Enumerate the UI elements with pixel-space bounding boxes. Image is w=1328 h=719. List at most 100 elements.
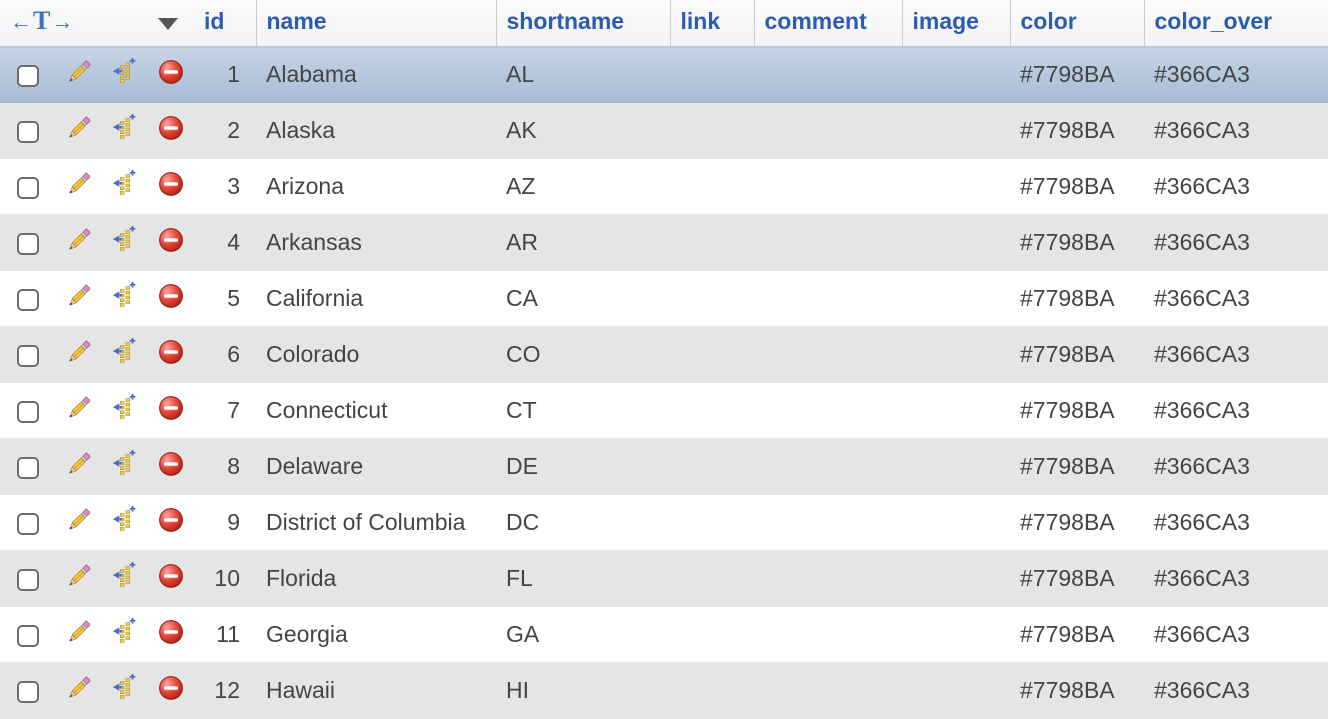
cell-color[interactable]: #7798BA xyxy=(1010,103,1144,159)
cell-link[interactable] xyxy=(670,383,754,439)
column-header-id[interactable]: id xyxy=(194,0,256,47)
cell-color[interactable]: #7798BA xyxy=(1010,663,1144,719)
cell-link[interactable] xyxy=(670,607,754,663)
cell-colorover[interactable]: #366CA3 xyxy=(1144,271,1328,327)
copy-icon[interactable] xyxy=(110,505,140,541)
delete-icon[interactable] xyxy=(157,562,185,596)
row-checkbox[interactable] xyxy=(17,681,39,703)
cell-color[interactable]: #7798BA xyxy=(1010,495,1144,551)
cell-colorover[interactable]: #366CA3 xyxy=(1144,327,1328,383)
delete-icon[interactable] xyxy=(157,170,185,204)
cell-id[interactable]: 11 xyxy=(194,607,256,663)
cell-name[interactable]: Colorado xyxy=(256,327,496,383)
cell-comment[interactable] xyxy=(754,159,902,215)
cell-link[interactable] xyxy=(670,271,754,327)
copy-icon[interactable] xyxy=(110,561,140,597)
copy-icon[interactable] xyxy=(110,169,140,205)
copy-icon[interactable] xyxy=(110,281,140,317)
cell-color[interactable]: #7798BA xyxy=(1010,551,1144,607)
cell-colorover[interactable]: #366CA3 xyxy=(1144,159,1328,215)
row-checkbox[interactable] xyxy=(17,401,39,423)
cell-shortname[interactable]: AK xyxy=(496,103,670,159)
copy-icon[interactable] xyxy=(110,393,140,429)
column-header-comment[interactable]: comment xyxy=(754,0,902,47)
text-tool-header[interactable]: ←T→ xyxy=(0,0,148,47)
column-header-shortname[interactable]: shortname xyxy=(496,0,670,47)
cell-image[interactable] xyxy=(902,159,1010,215)
cell-shortname[interactable]: FL xyxy=(496,551,670,607)
cell-colorover[interactable]: #366CA3 xyxy=(1144,551,1328,607)
edit-icon[interactable] xyxy=(64,393,94,429)
copy-icon[interactable] xyxy=(110,225,140,261)
cell-shortname[interactable]: DC xyxy=(496,495,670,551)
row-checkbox[interactable] xyxy=(17,65,39,87)
column-header-image[interactable]: image xyxy=(902,0,1010,47)
cell-name[interactable]: Georgia xyxy=(256,607,496,663)
cell-image[interactable] xyxy=(902,439,1010,495)
copy-icon[interactable] xyxy=(110,57,140,93)
cell-colorover[interactable]: #366CA3 xyxy=(1144,103,1328,159)
edit-icon[interactable] xyxy=(64,449,94,485)
cell-color[interactable]: #7798BA xyxy=(1010,607,1144,663)
cell-comment[interactable] xyxy=(754,327,902,383)
cell-shortname[interactable]: GA xyxy=(496,607,670,663)
edit-icon[interactable] xyxy=(64,57,94,93)
cell-id[interactable]: 8 xyxy=(194,439,256,495)
cell-link[interactable] xyxy=(670,663,754,719)
cell-shortname[interactable]: AL xyxy=(496,47,670,103)
row-checkbox[interactable] xyxy=(17,457,39,479)
cell-shortname[interactable]: CA xyxy=(496,271,670,327)
delete-icon[interactable] xyxy=(157,618,185,652)
cell-id[interactable]: 2 xyxy=(194,103,256,159)
edit-icon[interactable] xyxy=(64,225,94,261)
column-header-color[interactable]: color xyxy=(1010,0,1144,47)
cell-colorover[interactable]: #366CA3 xyxy=(1144,383,1328,439)
cell-shortname[interactable]: CT xyxy=(496,383,670,439)
copy-icon[interactable] xyxy=(110,673,140,709)
cell-colorover[interactable]: #366CA3 xyxy=(1144,47,1328,103)
cell-name[interactable]: Alabama xyxy=(256,47,496,103)
cell-name[interactable]: Florida xyxy=(256,551,496,607)
cell-image[interactable] xyxy=(902,327,1010,383)
column-header-link[interactable]: link xyxy=(670,0,754,47)
cell-comment[interactable] xyxy=(754,439,902,495)
delete-icon[interactable] xyxy=(157,450,185,484)
cell-name[interactable]: Alaska xyxy=(256,103,496,159)
cell-comment[interactable] xyxy=(754,663,902,719)
cell-link[interactable] xyxy=(670,47,754,103)
cell-image[interactable] xyxy=(902,271,1010,327)
row-checkbox[interactable] xyxy=(17,625,39,647)
copy-icon[interactable] xyxy=(110,113,140,149)
cell-name[interactable]: Connecticut xyxy=(256,383,496,439)
cell-comment[interactable] xyxy=(754,215,902,271)
row-menu-header[interactable] xyxy=(148,0,194,47)
cell-comment[interactable] xyxy=(754,551,902,607)
cell-link[interactable] xyxy=(670,215,754,271)
delete-icon[interactable] xyxy=(157,114,185,148)
cell-comment[interactable] xyxy=(754,47,902,103)
cell-color[interactable]: #7798BA xyxy=(1010,47,1144,103)
cell-color[interactable]: #7798BA xyxy=(1010,215,1144,271)
cell-name[interactable]: District of Columbia xyxy=(256,495,496,551)
edit-icon[interactable] xyxy=(64,673,94,709)
cell-color[interactable]: #7798BA xyxy=(1010,439,1144,495)
edit-icon[interactable] xyxy=(64,169,94,205)
cell-color[interactable]: #7798BA xyxy=(1010,159,1144,215)
cell-name[interactable]: Hawaii xyxy=(256,663,496,719)
cell-image[interactable] xyxy=(902,663,1010,719)
row-checkbox[interactable] xyxy=(17,177,39,199)
delete-icon[interactable] xyxy=(157,226,185,260)
cell-image[interactable] xyxy=(902,607,1010,663)
cell-link[interactable] xyxy=(670,159,754,215)
cell-shortname[interactable]: AR xyxy=(496,215,670,271)
cell-comment[interactable] xyxy=(754,383,902,439)
edit-icon[interactable] xyxy=(64,337,94,373)
cell-colorover[interactable]: #366CA3 xyxy=(1144,495,1328,551)
cell-shortname[interactable]: DE xyxy=(496,439,670,495)
cell-name[interactable]: Delaware xyxy=(256,439,496,495)
copy-icon[interactable] xyxy=(110,337,140,373)
cell-name[interactable]: California xyxy=(256,271,496,327)
edit-icon[interactable] xyxy=(64,113,94,149)
cell-comment[interactable] xyxy=(754,103,902,159)
cell-color[interactable]: #7798BA xyxy=(1010,383,1144,439)
